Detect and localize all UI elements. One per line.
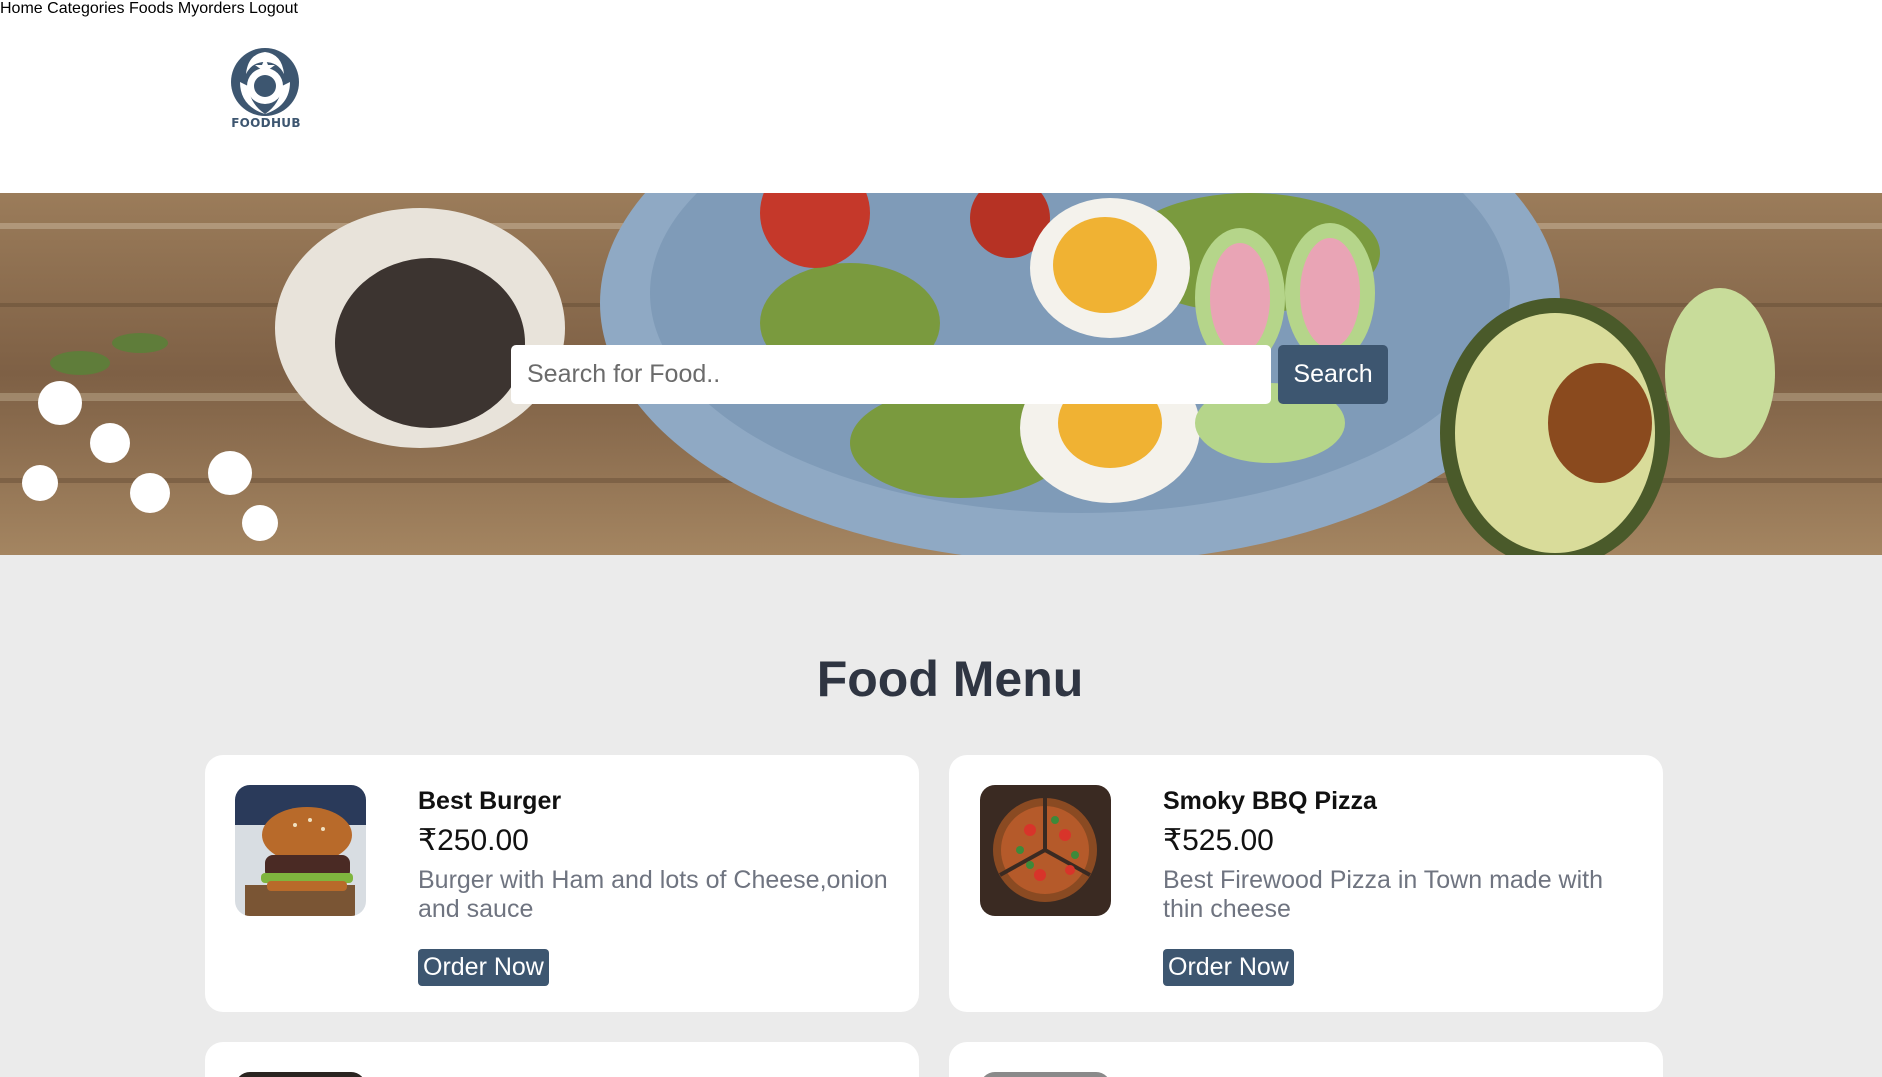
pizza-image-icon (980, 785, 1111, 916)
food-name: Best Burger (418, 787, 562, 815)
food-photo-partial (980, 1072, 1111, 1077)
burger-photo (235, 785, 366, 916)
foodhub-logo[interactable]: FOODHUB (226, 44, 306, 134)
food-description: Best Firewood Pizza in Town made with th… (1163, 866, 1604, 923)
nav-home[interactable]: Home (0, 0, 43, 17)
page-title: Food Menu (816, 651, 1084, 707)
logo-icon (231, 48, 299, 116)
food-photo-partial (235, 1072, 366, 1077)
search-input[interactable] (511, 345, 1271, 404)
food-price: ₹250.00 (418, 824, 529, 857)
search-button[interactable]: Search (1278, 345, 1388, 404)
food-price: ₹525.00 (1163, 824, 1274, 857)
food-description: Burger with Ham and lots of Cheese,onion… (418, 866, 888, 923)
order-now-button[interactable]: Order Now (1163, 949, 1294, 986)
food-card-partial (205, 1042, 919, 1077)
main-nav: Home Categories Foods Myorders Logout (0, 0, 1882, 18)
order-now-button[interactable]: Order Now (418, 949, 549, 986)
food-card-pizza: Smoky BBQ Pizza ₹525.00 Best Firewood Pi… (949, 755, 1663, 1012)
nav-foods[interactable]: Foods (129, 0, 173, 17)
nav-myorders[interactable]: Myorders (178, 0, 245, 17)
pizza-photo (980, 785, 1111, 916)
nav-logout[interactable]: Logout (249, 0, 298, 17)
food-card-partial (949, 1042, 1663, 1077)
burger-image-icon (235, 785, 366, 916)
logo-text: FOODHUB (231, 116, 301, 130)
site-header: FOODHUB Home Categories Foods Myorders L… (0, 0, 1882, 193)
nav-categories[interactable]: Categories (47, 0, 124, 17)
food-name: Smoky BBQ Pizza (1163, 787, 1377, 815)
food-card-burger: Best Burger ₹250.00 Burger with Ham and … (205, 755, 919, 1012)
